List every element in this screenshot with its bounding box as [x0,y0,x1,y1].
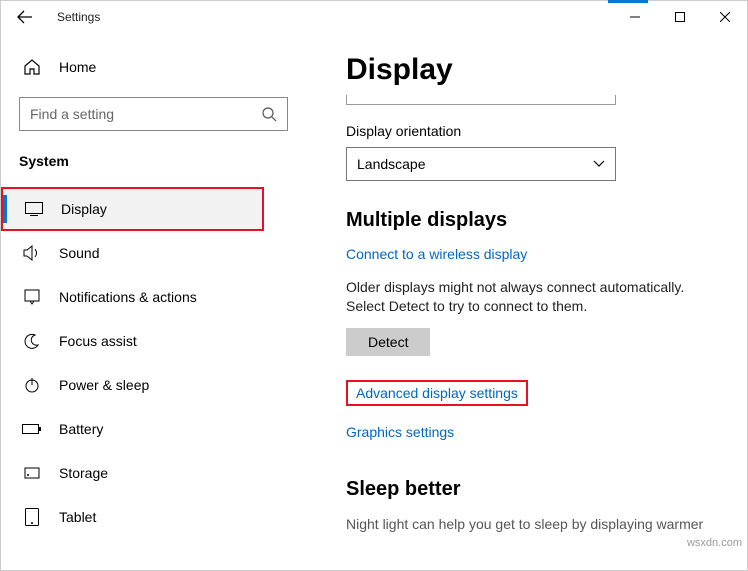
maximize-icon [675,12,685,22]
minimize-icon [630,12,640,22]
sidebar-item-storage[interactable]: Storage [1,451,316,495]
sidebar-item-power-sleep[interactable]: Power & sleep [1,363,316,407]
home-label: Home [59,59,96,75]
titlebar: Settings [1,1,747,33]
sidebar-item-label: Notifications & actions [59,289,197,305]
search-box[interactable] [19,97,288,131]
wireless-display-link[interactable]: Connect to a wireless display [346,246,527,262]
search-icon [261,106,277,122]
advanced-display-link[interactable]: Advanced display settings [356,385,518,401]
sidebar-category: System [1,139,316,179]
orientation-value: Landscape [357,156,426,172]
close-button[interactable] [702,2,747,32]
speaker-icon [21,245,43,261]
watermark: wsxdn.com [687,537,742,549]
sleep-help-text: Night light can help you get to sleep by… [346,515,727,534]
maximize-button[interactable] [657,2,702,32]
sidebar-item-label: Focus assist [59,333,137,349]
tablet-icon [21,508,43,526]
power-icon [21,377,43,393]
sidebar-item-label: Storage [59,465,108,481]
slider-track[interactable] [346,95,616,105]
sidebar-item-label: Sound [59,245,99,261]
sidebar-item-label: Power & sleep [59,377,149,393]
monitor-icon [23,202,45,216]
orientation-label: Display orientation [346,123,727,139]
graphics-settings-link[interactable]: Graphics settings [346,424,454,440]
sidebar-item-label: Battery [59,421,103,437]
search-input[interactable] [30,106,261,122]
sidebar-item-notifications[interactable]: Notifications & actions [1,275,316,319]
battery-icon [21,423,43,435]
minimize-button[interactable] [612,2,657,32]
home-icon [21,58,43,76]
close-icon [720,12,730,22]
back-button[interactable] [9,1,41,33]
sidebar-item-display[interactable]: Display [1,187,264,231]
notification-icon [21,289,43,305]
orientation-dropdown[interactable]: Landscape [346,147,616,181]
sidebar-item-label: Tablet [59,509,96,525]
content-pane: Display Display orientation Landscape Mu… [316,33,747,570]
sidebar-item-battery[interactable]: Battery [1,407,316,451]
chevron-down-icon [593,160,605,168]
sidebar-item-tablet[interactable]: Tablet [1,495,316,539]
page-title: Display [346,53,727,87]
detect-help-text: Older displays might not always connect … [346,278,727,316]
sleep-better-heading: Sleep better [346,478,727,501]
back-arrow-icon [17,9,33,25]
multiple-displays-heading: Multiple displays [346,209,727,232]
home-nav[interactable]: Home [1,45,316,89]
storage-icon [21,465,43,481]
sidebar-item-label: Display [61,201,107,217]
window-title: Settings [57,10,100,24]
moon-icon [21,333,43,349]
detect-button[interactable]: Detect [346,328,430,356]
sidebar: Home System Display [1,33,316,570]
sidebar-item-sound[interactable]: Sound [1,231,316,275]
sidebar-item-focus-assist[interactable]: Focus assist [1,319,316,363]
